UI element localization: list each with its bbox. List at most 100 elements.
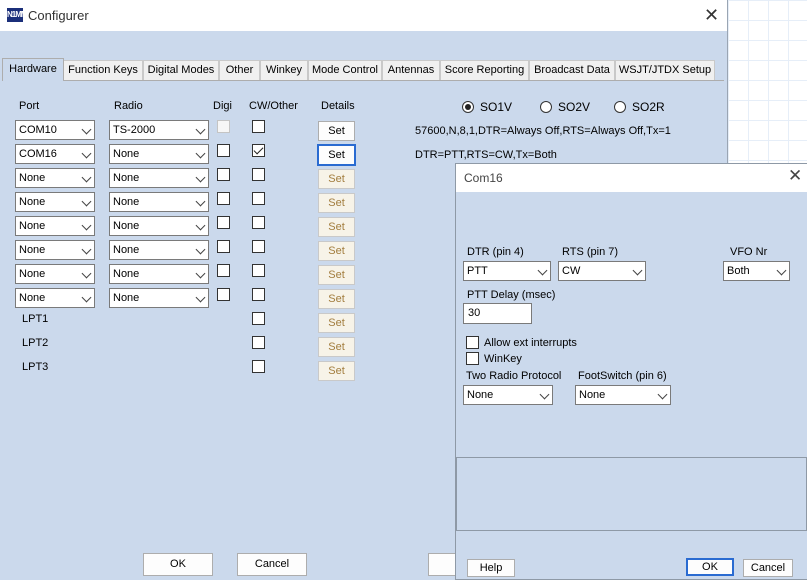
column-header-cw-other: CW/Other [249, 100, 298, 112]
lpt2-checkbox[interactable] [252, 336, 265, 349]
vfo-select[interactable]: Both [723, 261, 790, 281]
tab-score-reporting[interactable]: Score Reporting [440, 60, 529, 80]
cancel-button[interactable]: Cancel [237, 553, 307, 576]
set-button[interactable]: Set [318, 121, 355, 141]
lpt1-label: LPT1 [22, 313, 49, 325]
radio-select[interactable]: TS-2000 [109, 120, 209, 140]
two-radio-protocol-select[interactable]: None [463, 385, 553, 405]
cw-other-checkbox[interactable] [252, 144, 265, 157]
chevron-down-icon [81, 196, 92, 207]
digi-checkbox [217, 120, 230, 133]
chevron-down-icon [195, 148, 206, 159]
set-button: Set [318, 193, 355, 213]
radio-value: None [113, 148, 140, 160]
digi-checkbox[interactable] [217, 240, 230, 253]
chevron-down-icon [81, 268, 92, 279]
dtr-value: PTT [467, 265, 488, 277]
tab-mode-control[interactable]: Mode Control [308, 60, 382, 80]
radio-select[interactable]: None [109, 144, 209, 164]
cw-other-checkbox[interactable] [252, 240, 265, 253]
radio-so2v[interactable] [540, 101, 552, 113]
ok-button[interactable]: OK [686, 558, 734, 576]
digi-checkbox[interactable] [217, 144, 230, 157]
tab-broadcast-data[interactable]: Broadcast Data [529, 60, 615, 80]
digi-checkbox[interactable] [217, 264, 230, 277]
chevron-down-icon [81, 124, 92, 135]
radio-value: None [113, 172, 140, 184]
digi-checkbox[interactable] [217, 216, 230, 229]
radio-value: None [113, 268, 140, 280]
cw-other-checkbox[interactable] [252, 192, 265, 205]
radio-select[interactable]: None [109, 264, 209, 284]
two-radio-protocol-value: None [467, 389, 494, 401]
cancel-button[interactable]: Cancel [743, 559, 793, 577]
vfo-value: Both [727, 265, 750, 277]
port-select[interactable]: COM10 [15, 120, 95, 140]
chevron-down-icon [657, 389, 668, 400]
port-select[interactable]: None [15, 264, 95, 284]
dtr-select[interactable]: PTT [463, 261, 551, 281]
port-value: None [19, 196, 46, 208]
digi-checkbox[interactable] [217, 288, 230, 301]
radio-select[interactable]: None [109, 192, 209, 212]
tab-wsjt-jtdx-setup[interactable]: WSJT/JTDX Setup [615, 60, 715, 80]
ptt-delay-label: PTT Delay (msec) [467, 289, 556, 301]
port-select[interactable]: None [15, 216, 95, 236]
radio-select[interactable]: None [109, 288, 209, 308]
chevron-down-icon [81, 172, 92, 183]
radio-so2r[interactable] [614, 101, 626, 113]
set-button: Set [318, 169, 355, 189]
tab-hardware[interactable]: Hardware [2, 58, 64, 81]
digi-checkbox[interactable] [217, 168, 230, 181]
cw-other-checkbox[interactable] [252, 120, 265, 133]
allow-ext-interrupts-checkbox[interactable] [466, 336, 479, 349]
tab-function-keys[interactable]: Function Keys [63, 60, 143, 80]
chevron-down-icon [195, 244, 206, 255]
radio-value: TS-2000 [113, 124, 156, 136]
chevron-down-icon [539, 389, 550, 400]
lpt1-checkbox[interactable] [252, 312, 265, 325]
window-title: Configurer [28, 8, 89, 23]
radio-so1v[interactable] [462, 101, 474, 113]
radio-select[interactable]: None [109, 168, 209, 188]
port-select[interactable]: None [15, 288, 95, 308]
tab-antennas[interactable]: Antennas [382, 60, 440, 80]
cw-other-checkbox[interactable] [252, 264, 265, 277]
column-header-port: Port [19, 100, 40, 112]
dialog-title: Com16 [464, 171, 503, 185]
radio-value: None [113, 244, 140, 256]
close-icon[interactable]: ✕ [788, 166, 802, 186]
cw-other-checkbox[interactable] [252, 288, 265, 301]
radio-select[interactable]: None [109, 216, 209, 236]
port-select[interactable]: None [15, 240, 95, 260]
port-select[interactable]: COM16 [15, 144, 95, 164]
port-select[interactable]: None [15, 168, 95, 188]
tab-other[interactable]: Other [219, 60, 260, 80]
port-value: None [19, 220, 46, 232]
close-icon[interactable]: ✕ [704, 5, 719, 26]
tab-digital-modes[interactable]: Digital Modes [143, 60, 219, 80]
winkey-checkbox[interactable] [466, 352, 479, 365]
ptt-delay-input[interactable]: 30 [463, 303, 532, 324]
allow-ext-interrupts-label: Allow ext interrupts [484, 337, 577, 349]
ok-button[interactable]: OK [143, 553, 213, 576]
port-select[interactable]: None [15, 192, 95, 212]
port-value: COM16 [19, 148, 57, 160]
rts-select[interactable]: CW [558, 261, 646, 281]
chevron-down-icon [81, 292, 92, 303]
chevron-down-icon [776, 265, 787, 276]
digi-checkbox[interactable] [217, 192, 230, 205]
lpt3-checkbox[interactable] [252, 360, 265, 373]
vfo-label: VFO Nr [730, 246, 768, 258]
footswitch-select[interactable]: None [575, 385, 671, 405]
port-value: None [19, 292, 46, 304]
app-logo-icon: N1MM [7, 8, 28, 22]
help-button[interactable]: Help [467, 559, 515, 577]
cw-other-checkbox[interactable] [252, 168, 265, 181]
tab-winkey[interactable]: Winkey [260, 60, 308, 80]
set-button[interactable]: Set [317, 144, 356, 166]
radio-select[interactable]: None [109, 240, 209, 260]
chevron-down-icon [632, 265, 643, 276]
footswitch-label: FootSwitch (pin 6) [578, 370, 667, 382]
cw-other-checkbox[interactable] [252, 216, 265, 229]
